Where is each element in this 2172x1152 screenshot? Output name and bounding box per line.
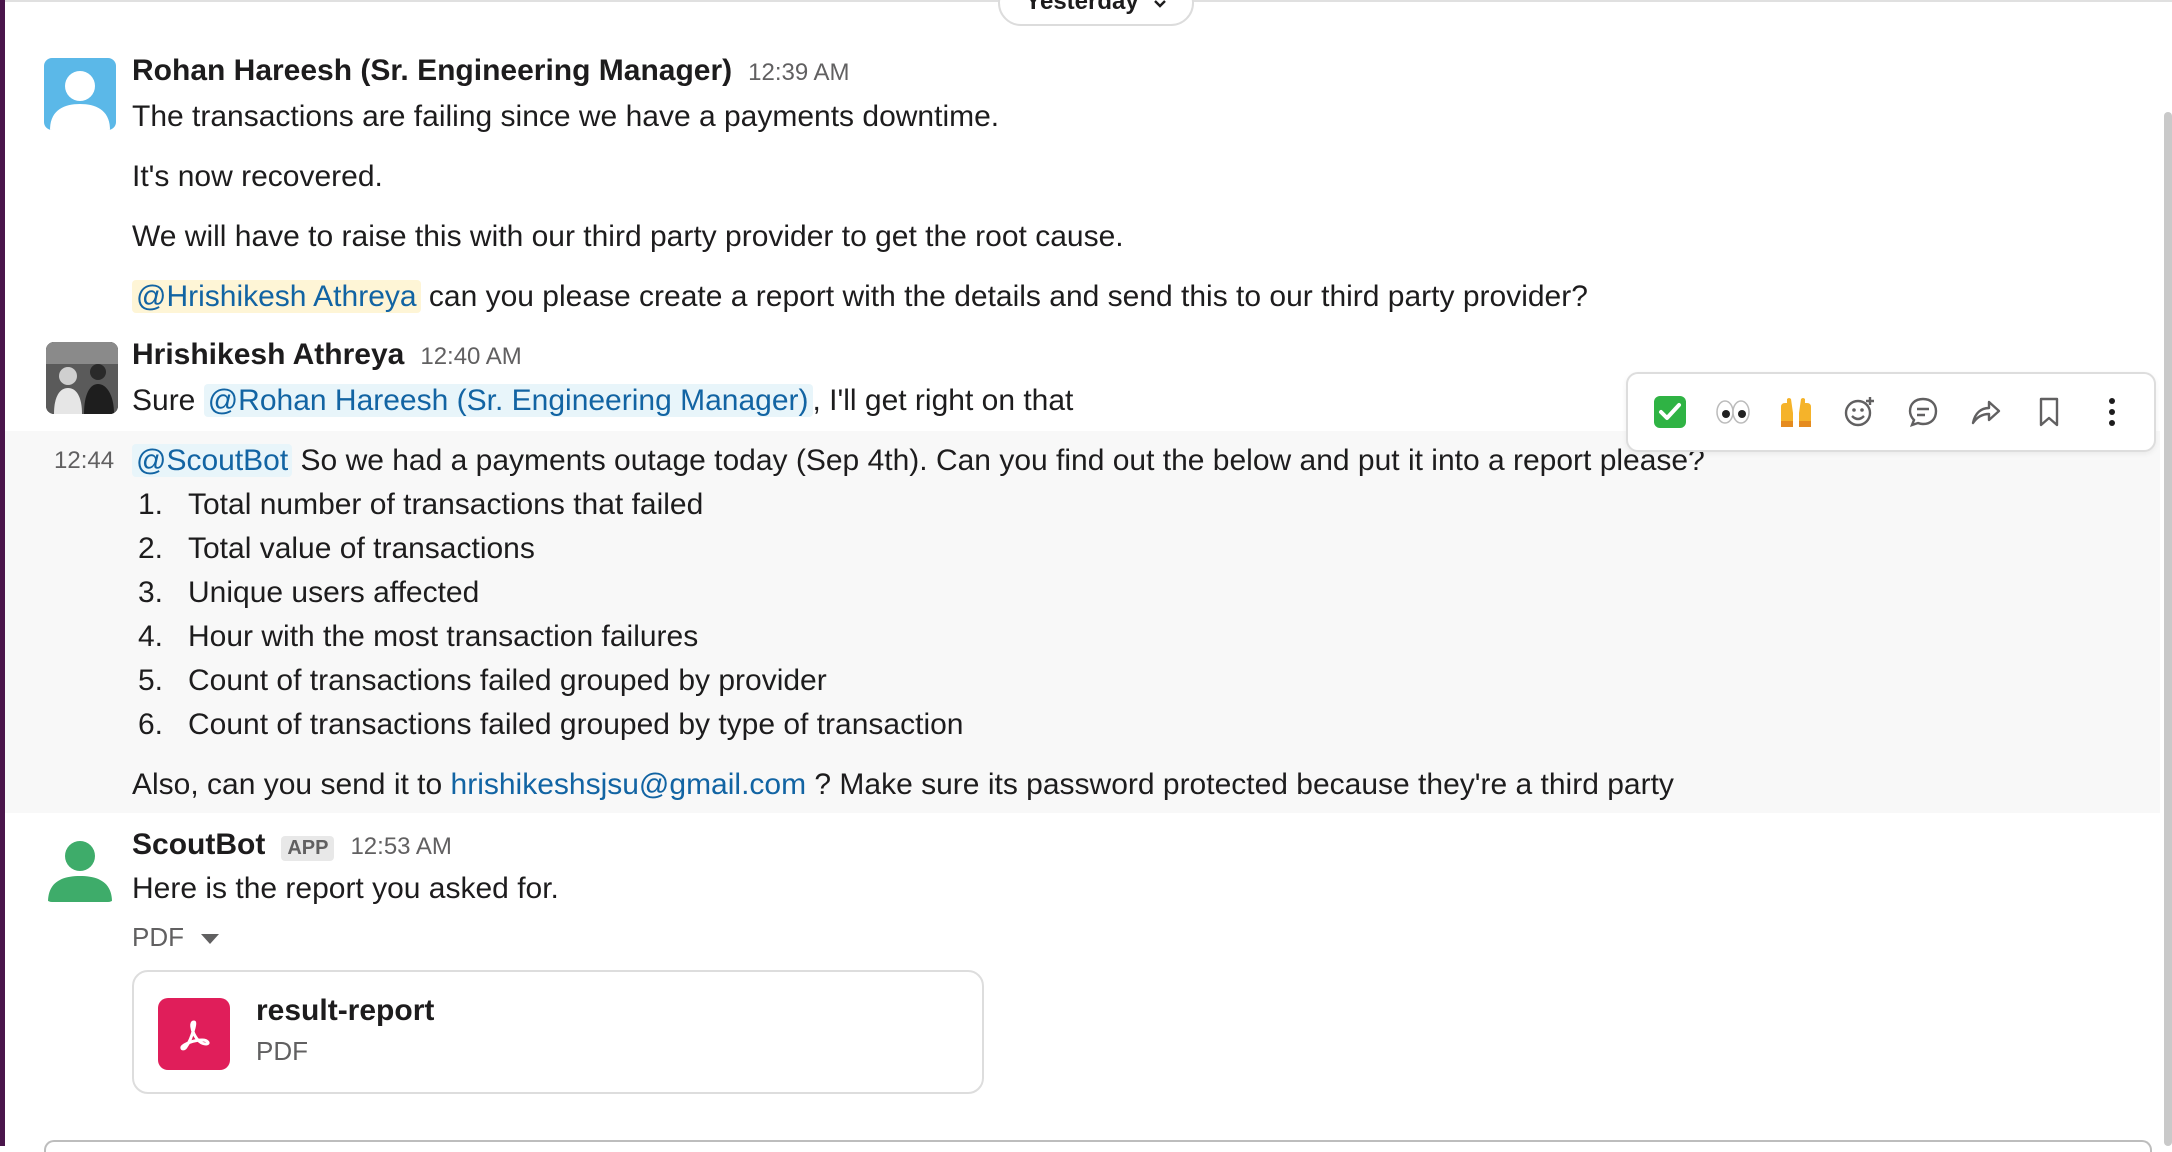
timestamp[interactable]: 12:39 AM [748, 59, 849, 87]
message-text: @ScoutBot So we had a payments outage to… [132, 441, 1705, 481]
scrollbar[interactable] [2164, 112, 2172, 1146]
message-text: @Hrishikesh Athreya can you please creat… [132, 277, 1588, 317]
avatar-rohan[interactable] [44, 58, 116, 130]
timestamp[interactable]: 12:44 [54, 447, 114, 475]
message-composer[interactable] [44, 1140, 2152, 1152]
eyes-emoji-icon[interactable] [1707, 386, 1759, 438]
message-text: It's now recovered. [132, 160, 383, 193]
message-text: We will have to raise this with our thir… [132, 220, 1124, 253]
user-mention[interactable]: @ScoutBot [132, 444, 293, 477]
message-header: ScoutBot APP 12:53 AM [132, 828, 452, 862]
save-bookmark-icon[interactable] [2023, 386, 2075, 438]
sender-name[interactable]: Hrishikesh Athreya [132, 338, 404, 372]
message-text-prefix: Also, can you send it to [132, 768, 451, 801]
pdf-file-icon [158, 998, 230, 1070]
message-header: Rohan Hareesh (Sr. Engineering Manager) … [132, 54, 850, 88]
email-link[interactable]: hrishikeshsjsu@gmail.com [451, 768, 807, 801]
timestamp[interactable]: 12:40 AM [420, 343, 521, 371]
message-text-tail: So we had a payments outage today (Sep 4… [292, 444, 1705, 477]
bot-user-icon [48, 841, 112, 902]
reply-in-thread-icon[interactable] [1897, 386, 1949, 438]
avatar-scoutbot[interactable] [44, 830, 116, 902]
file-attachment-card[interactable]: result-report PDF [132, 970, 984, 1094]
message-actions-toolbar [1626, 372, 2156, 452]
message-text-tail: can you please create a report with the … [420, 280, 1588, 313]
sender-name[interactable]: Rohan Hareesh (Sr. Engineering Manager) [132, 54, 732, 88]
list-item: 2. Total value of transactions [138, 532, 535, 565]
attachment-toggle[interactable]: PDF [132, 922, 220, 953]
caret-down-icon [200, 922, 220, 953]
message-text-prefix: Sure [132, 384, 204, 417]
attachment-toggle-label: PDF [132, 922, 184, 952]
raised-hands-emoji-icon[interactable] [1770, 386, 1822, 438]
default-user-icon [50, 71, 110, 130]
date-divider-button[interactable]: Yesterday [998, 0, 1194, 26]
avatar-hrishikesh[interactable] [46, 342, 118, 414]
profile-photo-icon [46, 342, 118, 414]
list-item: 5. Count of transactions failed grouped b… [138, 664, 827, 697]
app-badge: APP [281, 836, 335, 861]
list-item: 6. Count of transactions failed grouped b… [138, 708, 964, 741]
sender-name[interactable]: ScoutBot [132, 828, 265, 862]
list-item: 3. Unique users affected [138, 576, 480, 609]
user-mention[interactable]: @Rohan Hareesh (Sr. Engineering Manager) [203, 384, 813, 417]
message-text-suffix: , I'll get right on that [812, 384, 1074, 417]
more-actions-icon[interactable] [2086, 386, 2138, 438]
list-item: 1. Total number of transactions that fail… [138, 488, 704, 521]
message-text-suffix: ? Make sure its password protected becau… [806, 768, 1674, 801]
add-reaction-icon[interactable] [1833, 386, 1885, 438]
date-divider-label: Yesterday [1025, 0, 1139, 15]
file-name[interactable]: result-report [256, 994, 434, 1028]
white-check-mark-emoji-icon[interactable] [1644, 386, 1696, 438]
message-text: Sure @Rohan Hareesh (Sr. Engineering Man… [132, 381, 1073, 421]
user-mention[interactable]: @Hrishikesh Athreya [132, 280, 421, 313]
timestamp[interactable]: 12:53 AM [350, 833, 451, 861]
forward-message-icon[interactable] [1960, 386, 2012, 438]
message-text: Here is the report you asked for. [132, 872, 559, 905]
message-header: Hrishikesh Athreya 12:40 AM [132, 338, 522, 372]
message-text: Also, can you send it to hrishikeshsjsu@… [132, 765, 1674, 805]
list-item: 4. Hour with the most transaction failure… [138, 620, 699, 653]
chevron-down-icon [1153, 0, 1167, 16]
message-text: The transactions are failing since we ha… [132, 100, 1000, 133]
file-type: PDF [256, 1036, 308, 1066]
